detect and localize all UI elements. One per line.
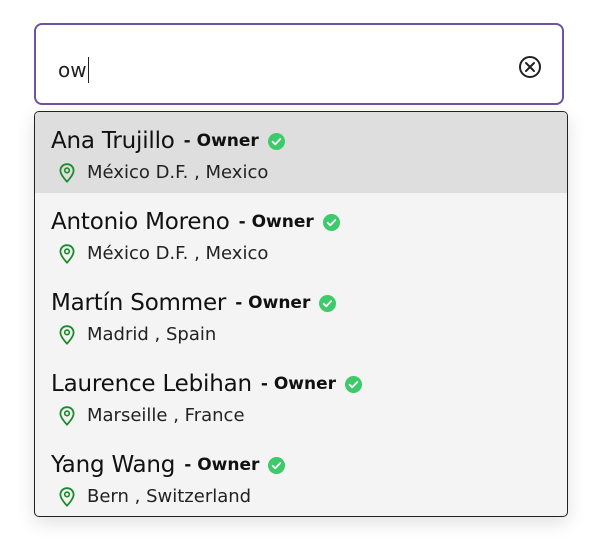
map-pin-icon — [59, 405, 75, 426]
result-item[interactable]: Martín Sommer - Owner Madrid , Spain — [35, 274, 567, 355]
map-pin-icon — [59, 243, 75, 264]
verified-check-icon — [322, 213, 340, 231]
result-location: México D.F. , Mexico — [87, 243, 269, 264]
result-item[interactable]: Antonio Moreno - Owner México D.F. , Mex… — [35, 193, 567, 274]
result-role: - Owner — [184, 455, 260, 475]
result-location: México D.F. , Mexico — [87, 162, 269, 183]
result-city: México D.F. — [87, 243, 189, 264]
result-name: Antonio Moreno — [51, 209, 230, 235]
result-city: Marseille — [87, 405, 168, 426]
verified-check-icon — [267, 132, 285, 150]
result-item[interactable]: Laurence Lebihan - Owner Marseille , Fra… — [35, 355, 567, 436]
result-location: Bern , Switzerland — [87, 486, 252, 507]
result-role: - Owner — [183, 131, 259, 151]
search-box[interactable]: ow — [34, 23, 564, 105]
result-city: Bern — [87, 486, 129, 507]
verified-check-icon — [345, 375, 363, 393]
result-location: Madrid , Spain — [87, 324, 217, 345]
map-pin-icon — [59, 324, 75, 345]
result-name: Laurence Lebihan — [51, 371, 252, 397]
map-pin-icon — [59, 486, 75, 507]
result-role: - Owner — [260, 374, 337, 394]
verified-check-icon — [319, 294, 337, 312]
result-country: Spain — [166, 324, 217, 345]
result-name: Ana Trujillo — [51, 128, 175, 154]
result-role: - Owner — [235, 293, 311, 313]
search-input-value: ow — [58, 58, 87, 82]
search-input[interactable]: ow — [58, 57, 90, 83]
clear-search-button[interactable] — [517, 54, 543, 80]
text-caret — [87, 57, 90, 83]
result-country: Switzerland — [146, 486, 252, 507]
result-country: France — [184, 405, 245, 426]
close-circle-icon — [519, 56, 541, 78]
result-item[interactable]: Yang Wang - Owner Bern , Switzerland — [35, 436, 567, 516]
result-country: Mexico — [205, 243, 269, 264]
results-dropdown: Ana Trujillo - Owner México D.F. , Mexic… — [34, 111, 568, 517]
map-pin-icon — [59, 162, 75, 183]
result-name: Martín Sommer — [51, 290, 227, 316]
result-city: México D.F. — [87, 162, 189, 183]
result-item[interactable]: Ana Trujillo - Owner México D.F. , Mexic… — [35, 112, 567, 193]
result-location: Marseille , France — [87, 405, 245, 426]
result-country: Mexico — [205, 162, 269, 183]
result-city: Madrid — [87, 324, 149, 345]
result-name: Yang Wang — [51, 452, 176, 478]
verified-check-icon — [268, 456, 286, 474]
result-role: - Owner — [238, 212, 314, 232]
